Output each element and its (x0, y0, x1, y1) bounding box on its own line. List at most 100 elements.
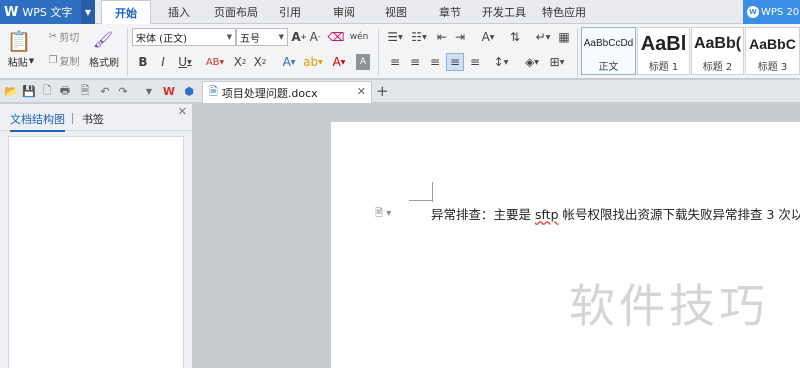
navigation-pane-tabs: 文档结构图 书签 ✕ (0, 104, 193, 132)
show-marks-icon[interactable]: ↵ ▼ (532, 29, 554, 45)
ribbon-divider (378, 28, 379, 76)
document-tab[interactable]: 🗎 项目处理问题.docx ✕ (202, 81, 372, 103)
justify-icon[interactable]: ≡ (446, 53, 464, 71)
decrease-indent-icon[interactable]: ⇤ (434, 29, 450, 45)
format-painter-button[interactable]: 格式刷 (86, 54, 122, 69)
cloud-cube-icon[interactable]: ⬢ (182, 84, 196, 98)
align-right-icon[interactable]: ≡ (428, 54, 442, 70)
sort-icon[interactable]: ⇅ (506, 29, 524, 45)
export-pdf-icon[interactable]: 🗎 (78, 84, 92, 98)
open-folder-icon[interactable]: 📂 (4, 84, 18, 98)
text-effect-icon[interactable]: A ▼ (278, 54, 300, 70)
ribbon-divider (127, 28, 128, 76)
style-sample: AaBbCcDd (583, 38, 634, 49)
style-heading-1[interactable]: AaBl 标题 1 (637, 27, 690, 75)
app-menu-button[interactable]: W WPS 文字 ▼ (0, 0, 95, 24)
spellcheck-flagged-word: sftp (534, 207, 559, 222)
print-icon[interactable]: 🖶 (58, 84, 72, 98)
strikethrough-icon[interactable]: AB ▼ (202, 54, 228, 70)
tab-divider (72, 113, 73, 124)
account-button[interactable]: W WPS 20 (743, 0, 800, 24)
font-size-select[interactable]: 五号 ▼ (236, 28, 288, 46)
char-shading-icon[interactable]: A (356, 54, 370, 70)
style-normal[interactable]: AaBbCcDd 正文 (581, 27, 636, 75)
ribbon-home: 📋 粘贴 ▼ ✂ 剪切 ❐ 复制 🖌 格式刷 宋体 (正文) ▼ 五号 ▼ A + A- ⌫… (0, 24, 800, 79)
font-color-icon[interactable]: A ▼ (328, 54, 350, 70)
table-icon[interactable]: ▦ (556, 29, 572, 45)
chevron-down-icon[interactable]: ▼ (142, 84, 156, 98)
print-preview-icon[interactable]: 🗋 (40, 84, 54, 98)
shrink-font-icon[interactable]: A- (308, 29, 322, 45)
style-name: 标题 1 (648, 62, 679, 73)
chinese-layout-icon[interactable]: A ▼ (476, 29, 500, 45)
tab-special[interactable]: 特色应用 (538, 0, 590, 24)
font-name-select[interactable]: 宋体 (正文) ▼ (132, 28, 236, 46)
font-size-value: 五号 (240, 33, 260, 45)
document-icon: 🗎 (209, 85, 218, 98)
document-tab-title: 项目处理问题.docx (221, 86, 318, 100)
margin-marker (432, 182, 433, 202)
phonetic-guide-icon[interactable]: wén (348, 29, 370, 45)
cloud-icon: W (747, 6, 759, 18)
paragraph-shading-icon[interactable]: ◈ ▼ (520, 54, 544, 70)
document-map-list[interactable] (8, 136, 184, 368)
grow-font-icon[interactable]: A + (291, 29, 306, 45)
account-label: WPS 20 (761, 6, 800, 18)
copy-button[interactable]: ❐ 复制 (44, 52, 84, 68)
style-sample: AaBl (640, 33, 687, 55)
paragraph-text: 异常排查：主要是 (431, 207, 535, 222)
new-tab-button[interactable]: + (376, 82, 389, 100)
document-page[interactable]: 🗎 ▾ 异常排查：主要是 sftp 帐号权限找出资源下载失败异常排查 3 次以上… (331, 122, 800, 368)
clear-format-icon[interactable]: ⌫ (328, 29, 345, 45)
document-workspace: 🗎 ▾ 异常排查：主要是 sftp 帐号权限找出资源下载失败异常排查 3 次以上… (194, 104, 800, 368)
menu-bar: W WPS 文字 ▼ 开始 插入 页面布局 引用 审阅 视图 章节 开发工具 特… (0, 0, 800, 25)
chevron-down-icon: ▼ (226, 33, 232, 41)
numbered-list-icon[interactable]: ☷ ▼ (408, 29, 430, 45)
wps-home-icon[interactable]: W (162, 84, 176, 98)
italic-icon[interactable]: I (156, 54, 170, 70)
tab-page-layout[interactable]: 页面布局 (206, 0, 266, 24)
navigation-pane: 文档结构图 书签 ✕ (0, 104, 193, 368)
style-heading-2[interactable]: AaBb( 标题 2 (691, 27, 744, 75)
style-name: 正文 (598, 62, 619, 73)
scissors-icon: ✂ (48, 30, 58, 42)
redo-icon[interactable]: ↷ (116, 84, 130, 98)
bold-icon[interactable]: B (136, 54, 150, 70)
wps-logo-icon: W (4, 4, 19, 20)
chevron-down-icon: ▼ (28, 57, 35, 65)
increase-indent-icon[interactable]: ⇥ (452, 29, 468, 45)
subscript-icon[interactable]: X2 (252, 54, 268, 70)
highlight-icon[interactable]: ab ▼ (302, 54, 324, 70)
style-name: 标题 3 (757, 62, 788, 73)
style-heading-3[interactable]: AaBbC 标题 3 (745, 27, 800, 75)
tab-view[interactable]: 视图 (378, 0, 414, 24)
tab-document-map[interactable]: 文档结构图 (10, 111, 65, 132)
paste-icon[interactable]: 📋 (6, 28, 32, 54)
paste-button[interactable]: 粘贴 ▼ (4, 54, 38, 69)
chevron-down-icon[interactable]: ▼ (81, 0, 95, 24)
margin-marker (409, 200, 433, 201)
borders-icon[interactable]: ⊞ ▼ (546, 54, 568, 70)
tab-sections[interactable]: 章节 (432, 0, 468, 24)
tab-references[interactable]: 引用 (272, 0, 308, 24)
close-icon[interactable]: ✕ (178, 105, 187, 118)
undo-icon[interactable]: ↶ (98, 84, 112, 98)
align-center-icon[interactable]: ≡ (408, 54, 422, 70)
save-icon[interactable]: 💾 (22, 84, 36, 98)
underline-icon[interactable]: U ▼ (174, 54, 196, 70)
tab-developer[interactable]: 开发工具 (478, 0, 530, 24)
brush-icon[interactable]: 🖌 (92, 28, 114, 50)
bullet-list-icon[interactable]: ☰ ▼ (384, 29, 406, 45)
tab-insert[interactable]: 插入 (158, 0, 200, 24)
line-spacing-icon[interactable]: ↕ ▼ (490, 54, 512, 70)
tab-home[interactable]: 开始 (101, 0, 151, 25)
tab-bookmarks[interactable]: 书签 (82, 111, 104, 127)
document-paragraph[interactable]: 异常排查：主要是 sftp 帐号权限找出资源下载失败异常排查 3 次以上 (431, 204, 800, 223)
distribute-icon[interactable]: ≡ (468, 54, 482, 70)
align-left-icon[interactable]: ≡ (388, 54, 402, 70)
paragraph-handle-icon[interactable]: 🗎 ▾ (375, 206, 391, 223)
cut-button[interactable]: ✂ 剪切 (44, 28, 84, 44)
close-icon[interactable]: ✕ (357, 85, 366, 98)
superscript-icon[interactable]: X2 (232, 54, 248, 70)
tab-review[interactable]: 审阅 (326, 0, 362, 24)
